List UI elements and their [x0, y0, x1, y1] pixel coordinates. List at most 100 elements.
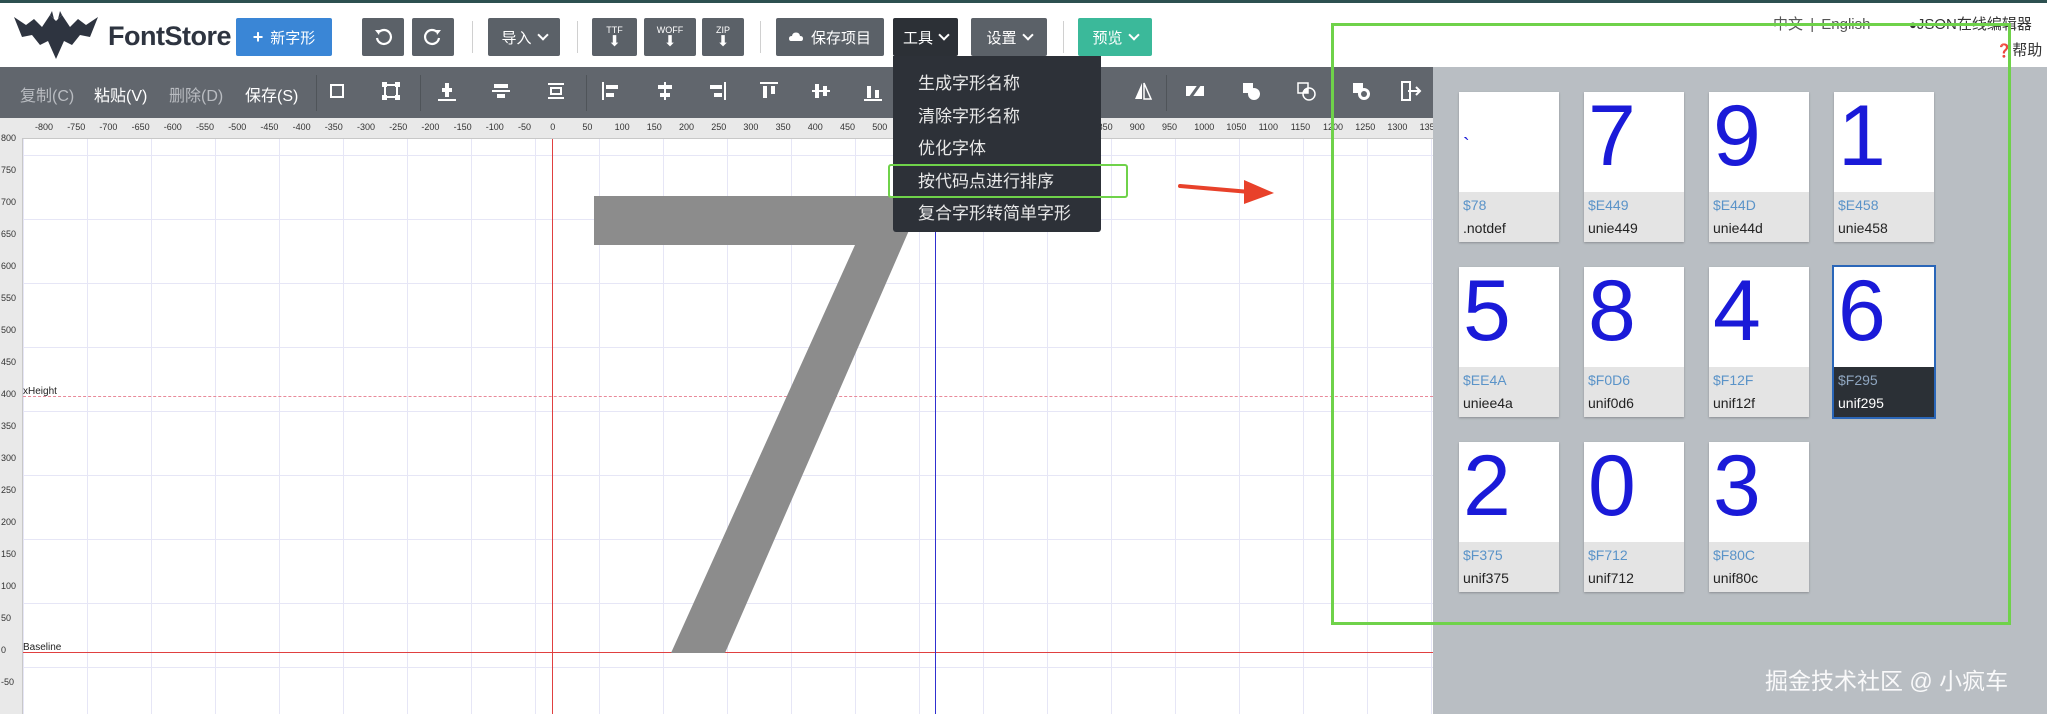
- ruler-tick-label: -500: [228, 122, 247, 132]
- ruler-tick-label: 0: [1, 645, 7, 655]
- export-zip-button[interactable]: ZIP ⬇: [702, 18, 744, 56]
- undo-button[interactable]: [362, 18, 404, 56]
- ruler-tick-label: 400: [807, 122, 823, 132]
- sorted-glyphs-highlight: [1331, 23, 2011, 625]
- paste-button[interactable]: 粘贴(V): [94, 82, 147, 106]
- align-right-icon[interactable]: [706, 80, 728, 102]
- ruler-tick-label: -550: [196, 122, 215, 132]
- export-ttf-button[interactable]: TTF ⬇: [592, 18, 637, 56]
- ruler-tick-label: 450: [840, 122, 856, 132]
- ruler-tick-label: -50: [1, 677, 15, 687]
- align-left-icon[interactable]: [600, 80, 622, 102]
- ruler-tick-label: 350: [775, 122, 791, 132]
- split-contour-icon[interactable]: [1184, 80, 1206, 102]
- preview-dropdown-button[interactable]: 预览: [1078, 18, 1152, 56]
- tools-label: 工具: [902, 29, 933, 47]
- bat-logo-icon: [14, 11, 98, 59]
- ruler-tick-label: 900: [1129, 122, 1145, 132]
- ruler-tick-label: -250: [389, 122, 408, 132]
- ruler-tick-label: 300: [743, 122, 759, 132]
- tools-menu-item[interactable]: 生成字形名称: [918, 69, 1020, 94]
- ruler-tick-label: -650: [131, 122, 150, 132]
- chevron-down-icon: [1127, 28, 1140, 41]
- new-glyph-button[interactable]: + 新字形: [236, 18, 332, 56]
- header-divider: [472, 21, 473, 53]
- tools-dropdown-button[interactable]: 工具: [893, 18, 958, 56]
- toolbar-divider: [420, 75, 421, 111]
- ruler-tick-label: 350: [1, 421, 17, 431]
- flip-horizontal-icon[interactable]: [1132, 80, 1154, 102]
- ruler-tick-label: 500: [872, 122, 888, 132]
- ruler-tick-label: -100: [485, 122, 504, 132]
- tools-dropdown-menu: 生成字形名称 清除字形名称 优化字体 按代码点进行排序 复合字形转简单字形: [893, 56, 1101, 232]
- export-woff-button[interactable]: WOFF ⬇: [644, 18, 696, 56]
- ruler-tick-label: 150: [1, 549, 17, 559]
- tools-menu-item[interactable]: 复合字形转简单字形: [918, 199, 1071, 224]
- glyph-contour[interactable]: [23, 139, 1433, 714]
- align-vcenter-icon[interactable]: [810, 80, 832, 102]
- annotation-arrow-icon: [1178, 180, 1274, 204]
- intersect-shapes-icon[interactable]: [1295, 80, 1317, 102]
- ruler-tick-label: 300: [1, 453, 17, 463]
- tools-menu-item[interactable]: 清除字形名称: [918, 102, 1020, 127]
- help-label: 帮助: [2012, 42, 2043, 59]
- horizontal-ruler: -800 -750 -700 -650 -600 -550 -500 -450 -400 -350…: [0, 118, 1440, 139]
- header-divider: [577, 21, 578, 53]
- chevron-down-icon: [536, 28, 549, 41]
- ruler-tick-label: -600: [163, 122, 182, 132]
- toolbar-divider: [586, 75, 587, 111]
- watermark-text: 掘金技术社区 @ 小疯车: [1765, 668, 2009, 694]
- square-shape-icon[interactable]: [326, 80, 348, 102]
- ruler-tick-label: 200: [679, 122, 695, 132]
- ruler-tick-label: 1000: [1194, 122, 1215, 132]
- union-shapes-icon[interactable]: [1240, 80, 1262, 102]
- ruler-tick-label: 250: [711, 122, 727, 132]
- ruler-tick-label: 0: [550, 122, 556, 132]
- tools-menu-item[interactable]: 优化字体: [918, 134, 986, 159]
- vertical-ruler: 800 750 700 650 600 550 500 450 400 350 300 250 200 1…: [0, 133, 23, 714]
- align-middle-icon[interactable]: [490, 80, 512, 102]
- distribute-icon[interactable]: [545, 80, 567, 102]
- app-logo[interactable]: FontStore: [12, 11, 232, 61]
- redo-button[interactable]: [412, 18, 454, 56]
- ruler-tick-label: 100: [1, 581, 17, 591]
- ruler-tick-label: -400: [292, 122, 311, 132]
- undo-icon: [375, 28, 392, 45]
- ruler-tick-label: 600: [1, 261, 17, 271]
- plus-icon: +: [252, 26, 264, 47]
- delete-button[interactable]: 删除(D): [169, 82, 223, 106]
- align-top-icon[interactable]: [758, 80, 780, 102]
- ruler-tick-label: 800: [1, 133, 17, 143]
- import-dropdown-button[interactable]: 导入: [488, 18, 560, 56]
- ruler-tick-label: 50: [1, 613, 12, 623]
- chevron-down-icon: [938, 28, 950, 41]
- ruler-tick-label: 1100: [1258, 122, 1278, 132]
- copy-button[interactable]: 复制(C): [20, 82, 74, 106]
- redo-icon: [424, 28, 441, 45]
- left-side-bearing-line[interactable]: [552, 139, 553, 714]
- align-bottom-icon[interactable]: [436, 80, 458, 102]
- glyph-edit-canvas[interactable]: xHeight Baseline: [23, 139, 1433, 714]
- ruler-tick-label: 50: [582, 122, 593, 132]
- ruler-tick-label: -300: [357, 122, 376, 132]
- save-project-button[interactable]: 保存项目: [776, 18, 884, 56]
- ruler-tick-label: -150: [453, 122, 472, 132]
- ruler-tick-label: 150: [646, 122, 662, 132]
- ruler-tick-label: -200: [421, 122, 440, 132]
- save-project-label: 保存项目: [810, 29, 871, 47]
- settings-dropdown-button[interactable]: 设置: [971, 18, 1047, 56]
- align-center-icon[interactable]: [654, 80, 676, 102]
- new-glyph-label: 新字形: [270, 29, 316, 47]
- ruler-tick-label: -450: [260, 122, 279, 132]
- download-arrow-icon: ⬇: [608, 33, 621, 50]
- save-button[interactable]: 保存(S): [245, 82, 298, 106]
- ruler-tick-label: 250: [1, 485, 17, 495]
- download-arrow-icon: ⬇: [716, 33, 730, 50]
- ruler-tick-label: 650: [1, 229, 17, 239]
- ruler-tick-label: 1050: [1226, 122, 1247, 132]
- app-name: FontStore: [108, 20, 232, 51]
- settings-label: 设置: [986, 29, 1017, 47]
- ruler-tick-label: 400: [1, 389, 17, 399]
- transform-box-icon[interactable]: [380, 80, 402, 102]
- align-baseline-icon[interactable]: [862, 80, 884, 102]
